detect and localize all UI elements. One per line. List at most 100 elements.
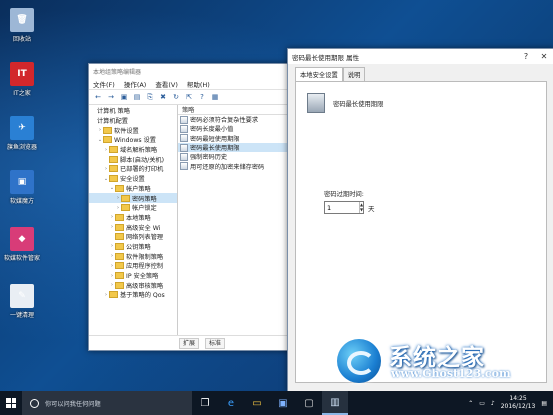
- menu-item[interactable]: 文件(F): [93, 79, 115, 89]
- desktop-icon[interactable]: IT IT之家: [4, 62, 40, 97]
- tree-node-label: 安全设置: [120, 176, 145, 184]
- tree-node[interactable]: › 公钥策略: [89, 242, 177, 252]
- back-arrow-icon[interactable]: ←: [93, 92, 103, 102]
- policy-row[interactable]: 密码最短使用期限: [178, 134, 294, 143]
- desktop-app-icon: ✈: [10, 116, 34, 140]
- tree-node[interactable]: 脚本(启动/关机): [89, 154, 177, 164]
- tree-node[interactable]: › 高级审核策略: [89, 280, 177, 290]
- copy-icon[interactable]: ⎘: [145, 92, 155, 102]
- window-title: 本地组策略编辑器: [89, 64, 294, 78]
- folder-icon: [121, 194, 130, 202]
- tree-node-label: Windows 设置: [114, 137, 156, 145]
- volume-icon[interactable]: ♪: [491, 400, 495, 407]
- menu-item[interactable]: 帮助(H): [187, 79, 210, 89]
- export-icon[interactable]: ⇱: [184, 92, 194, 102]
- folder-icon: [115, 223, 124, 231]
- task-view-icon: ❐: [200, 397, 210, 409]
- taskbar-app[interactable]: ❐: [192, 391, 218, 415]
- folder-icon: [109, 155, 118, 163]
- clock[interactable]: 14:25 2016/12/13: [501, 395, 536, 411]
- forward-arrow-icon[interactable]: →: [106, 92, 116, 102]
- start-button[interactable]: [0, 391, 22, 415]
- network-icon[interactable]: ▭: [479, 400, 485, 407]
- file-explorer-icon: ▭: [252, 397, 262, 409]
- policy-row[interactable]: 强制密码历史: [178, 152, 294, 161]
- tab-explain[interactable]: 说明: [342, 67, 366, 81]
- delete-icon[interactable]: ✖: [158, 92, 168, 102]
- taskbar-app[interactable]: ▢: [296, 391, 322, 415]
- tree-node[interactable]: ⌄ Windows 设置: [89, 135, 177, 145]
- tree-node[interactable]: › 基于策略的 Qos: [89, 290, 177, 300]
- cortana-search-box[interactable]: 你可以问我任何问题: [22, 391, 192, 415]
- help-icon[interactable]: ?: [197, 92, 207, 102]
- tree-node[interactable]: › 已部署的打印机: [89, 164, 177, 174]
- chevron-up-icon[interactable]: ⌃: [468, 400, 473, 407]
- tree-node-label: 高级安全 Wi: [126, 224, 161, 232]
- view-tab[interactable]: 标准: [205, 337, 226, 349]
- tree-node[interactable]: › 域名解析策略: [89, 145, 177, 155]
- spin-down-icon[interactable]: ▼: [360, 207, 363, 212]
- view-tab[interactable]: 扩展: [179, 337, 200, 349]
- folder-icon: [109, 165, 118, 173]
- tree-node[interactable]: 网络列表管理: [89, 232, 177, 242]
- help-button[interactable]: ?: [517, 52, 535, 61]
- close-button[interactable]: ✕: [535, 52, 553, 61]
- taskbar-app[interactable]: e: [218, 391, 244, 415]
- folder-icon: [115, 252, 124, 260]
- app-icon: ▢: [304, 397, 314, 409]
- tree-node[interactable]: ⌄ 帐户策略: [89, 184, 177, 194]
- desktop-icon[interactable]: ✎ 一键清理: [4, 284, 40, 319]
- windows-logo-icon: [6, 398, 16, 408]
- policy-row[interactable]: 密码最长使用期限: [178, 142, 294, 153]
- up-folder-icon[interactable]: ▣: [119, 92, 129, 102]
- clock-time: 14:25: [509, 395, 527, 402]
- taskbar-app[interactable]: ▭: [244, 391, 270, 415]
- tab-local-security-setting[interactable]: 本地安全设置: [295, 67, 343, 81]
- menu-item[interactable]: 查看(V): [155, 79, 178, 89]
- refresh-icon[interactable]: ↻: [171, 92, 181, 102]
- desktop-icon[interactable]: 🗑 回收站: [4, 8, 40, 43]
- menu-item[interactable]: 操作(A): [124, 79, 147, 89]
- column-header-policy[interactable]: 策略: [178, 105, 294, 115]
- tree-node[interactable]: › 帐户锁定: [89, 203, 177, 213]
- properties-icon[interactable]: ▦: [210, 92, 220, 102]
- store-icon: ▣: [278, 397, 288, 409]
- tree-node[interactable]: › IP 安全策略: [89, 271, 177, 281]
- tree-node[interactable]: › 软件限制策略: [89, 251, 177, 261]
- tree-node[interactable]: › 软件设置: [89, 125, 177, 135]
- desktop-app-icon: IT: [10, 62, 34, 86]
- taskbar-app[interactable]: ▥: [322, 391, 348, 415]
- tree-node[interactable]: 计算机 策略: [89, 106, 177, 116]
- show-tree-icon[interactable]: ▤: [132, 92, 142, 102]
- policy-label: 强制密码历史: [190, 154, 228, 162]
- tree-node-label: 已部署的打印机: [120, 166, 164, 174]
- policy-row[interactable]: 密码必须符合复杂性要求: [178, 115, 294, 124]
- policy-row[interactable]: 用可还原的加密来储存密码: [178, 161, 294, 171]
- tree-pane: 计算机 策略 计算机配置 › 软件设置 ⌄ Windows 设置 › 域名解析策略 脚本(启动/…: [89, 105, 178, 335]
- tree-node[interactable]: 计算机配置: [89, 116, 177, 126]
- desktop-icon[interactable]: ◆ 软媒软件管家: [4, 227, 40, 262]
- desktop-icon-label: 一键清理: [9, 312, 34, 319]
- days-spinner[interactable]: ▲ ▼: [324, 201, 364, 214]
- folder-icon: [103, 126, 112, 134]
- tree-node-label: 计算机 策略: [97, 108, 130, 116]
- folder-icon: [109, 146, 118, 154]
- tree-node[interactable]: › 本地策略: [89, 213, 177, 223]
- desktop-icon[interactable]: ▣ 软媒魔方: [4, 170, 40, 205]
- policy-icon: [180, 162, 188, 171]
- taskbar-app[interactable]: ▣: [270, 391, 296, 415]
- tree-node-label: 高级审核策略: [126, 282, 164, 290]
- tree-node[interactable]: ⌄ 安全设置: [89, 174, 177, 184]
- desktop-icon[interactable]: ✈ 旗鱼浏览器: [4, 116, 40, 151]
- notification-icon[interactable]: ▤: [541, 400, 547, 407]
- desktop-icon-label: 软媒软件管家: [4, 255, 41, 262]
- tree-node[interactable]: › 密码策略: [89, 193, 177, 203]
- days-input[interactable]: [325, 202, 359, 213]
- group-policy-editor-window[interactable]: 本地组策略编辑器 文件(F) 操作(A) 查看(V) 帮助(H) ← → ▣ ▤ ⎘ ✖ ↻ ⇱? ▦…: [88, 63, 295, 351]
- tree-node[interactable]: › 高级安全 Wi: [89, 222, 177, 232]
- tree-node-label: 网络列表管理: [126, 234, 164, 242]
- tree-node[interactable]: › 应用程序控制: [89, 261, 177, 271]
- tree-node-label: 帐户锁定: [132, 205, 157, 213]
- policy-row[interactable]: 密码长度最小值: [178, 124, 294, 133]
- system-tray: ⌃ ▭ ♪ 14:25 2016/12/13 ▤: [468, 395, 553, 411]
